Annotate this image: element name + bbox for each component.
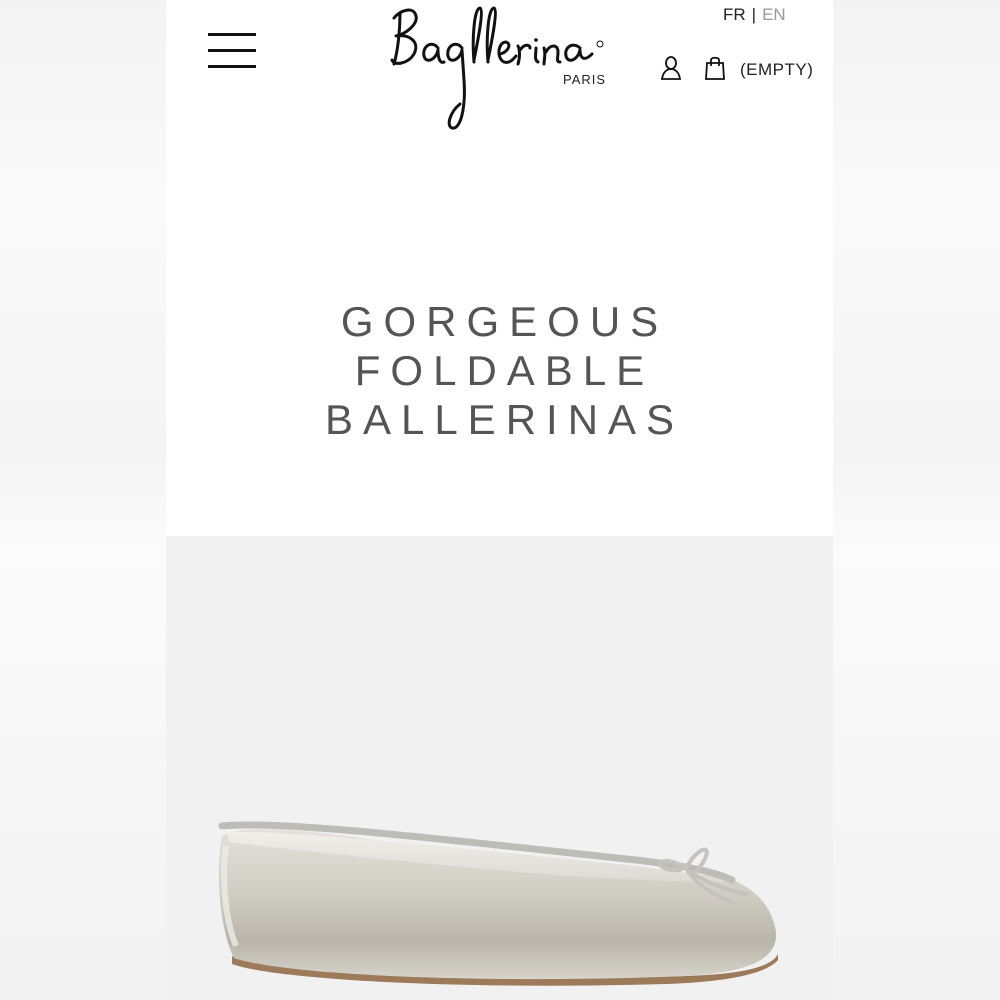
- site-header: PARIS FR | EN (EMPTY): [166, 0, 833, 140]
- lang-separator: |: [751, 5, 757, 24]
- shopping-bag-icon[interactable]: [704, 55, 726, 81]
- hamburger-menu-icon[interactable]: [208, 33, 256, 69]
- background-right: [833, 0, 1000, 1000]
- brand-logo-script: [390, 6, 604, 130]
- hero-headline: GORGEOUS FOLDABLE BALLERINAS: [166, 297, 833, 444]
- headline-line-1: GORGEOUS: [340, 298, 669, 345]
- lang-en-link[interactable]: EN: [762, 5, 786, 24]
- product-image[interactable]: [166, 536, 833, 1000]
- lang-fr-link[interactable]: FR: [723, 5, 746, 24]
- mobile-page: PARIS FR | EN (EMPTY) GORGEOUS FOLDABLE …: [166, 0, 833, 1000]
- headline-line-2: FOLDABLE: [354, 347, 655, 394]
- brand-logo[interactable]: PARIS: [380, 0, 620, 135]
- ballerina-shoe-image: [218, 821, 778, 986]
- background-left: [0, 0, 166, 1000]
- user-icon[interactable]: [660, 55, 682, 81]
- language-switcher: FR | EN: [723, 5, 786, 25]
- cart-status-label[interactable]: (EMPTY): [740, 60, 813, 80]
- brand-sub-label: PARIS: [563, 72, 607, 87]
- headline-line-3: BALLERINAS: [324, 396, 685, 443]
